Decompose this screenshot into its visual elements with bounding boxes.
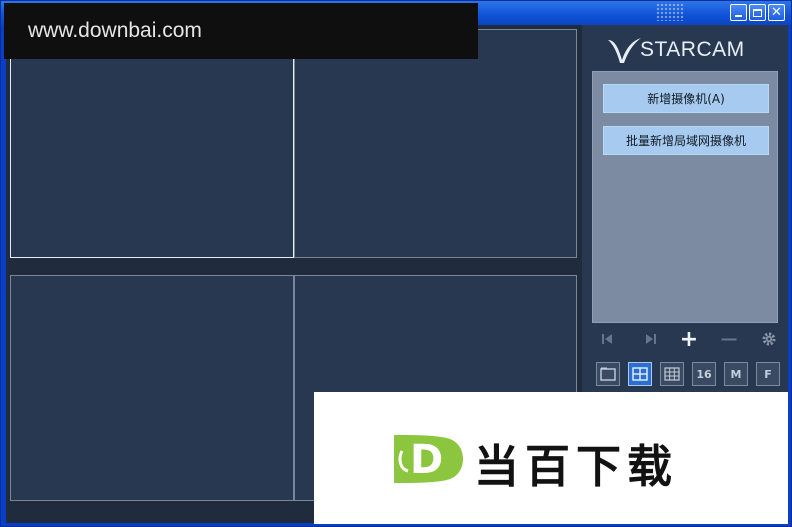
first-page-icon	[602, 334, 612, 344]
starcam-logo: STARCAM	[606, 35, 776, 65]
brand-watermark: D 当百下载	[314, 392, 788, 524]
svg-text:D: D	[410, 437, 443, 483]
last-page-button[interactable]	[640, 328, 662, 350]
video-pane-1[interactable]	[10, 29, 294, 258]
last-page-icon	[646, 334, 656, 344]
video-pane-2[interactable]	[294, 29, 577, 258]
fullscreen-button[interactable]: F	[756, 362, 780, 386]
maximize-button[interactable]	[749, 4, 766, 21]
batch-add-lan-camera-button[interactable]: 批量新增局域网摄像机	[603, 126, 769, 155]
first-page-button[interactable]	[596, 328, 618, 350]
layout-single-button[interactable]	[596, 362, 620, 386]
layout-multi-button[interactable]: M	[724, 362, 748, 386]
quad-view-icon	[632, 367, 648, 381]
minimize-button[interactable]	[730, 4, 747, 21]
layout-sixteen-button[interactable]: 16	[692, 362, 716, 386]
minimize-icon	[735, 15, 742, 17]
downbai-logo-icon: D	[394, 435, 463, 483]
site-watermark: www.downbai.com	[4, 3, 478, 59]
watermark-url: www.downbai.com	[28, 19, 202, 42]
layout-nine-button[interactable]	[660, 362, 684, 386]
add-camera-button[interactable]: 新增摄像机(A)	[603, 84, 769, 113]
maximize-icon	[753, 8, 762, 17]
layout-switcher: 16 M F	[592, 362, 782, 386]
remove-icon-button[interactable]: −	[718, 325, 740, 353]
close-button[interactable]: ✕	[768, 4, 785, 21]
settings-button[interactable]	[758, 328, 780, 350]
camera-list[interactable]: 新增摄像机(A) 批量新增局域网摄像机	[592, 71, 778, 323]
logo-text: STARCAM	[640, 38, 745, 61]
gear-icon	[762, 332, 776, 346]
single-view-icon	[600, 367, 616, 381]
video-pane-3[interactable]	[10, 275, 294, 501]
close-icon: ✕	[771, 5, 782, 20]
nine-view-icon	[664, 367, 680, 381]
add-icon-button[interactable]: +	[678, 327, 700, 352]
layout-quad-button[interactable]	[628, 362, 652, 386]
starcam-v-icon	[608, 38, 641, 63]
watermark-brand-name: 当百下载	[474, 440, 679, 493]
title-bar-decoration	[656, 3, 684, 21]
camera-controls: + −	[590, 325, 780, 353]
